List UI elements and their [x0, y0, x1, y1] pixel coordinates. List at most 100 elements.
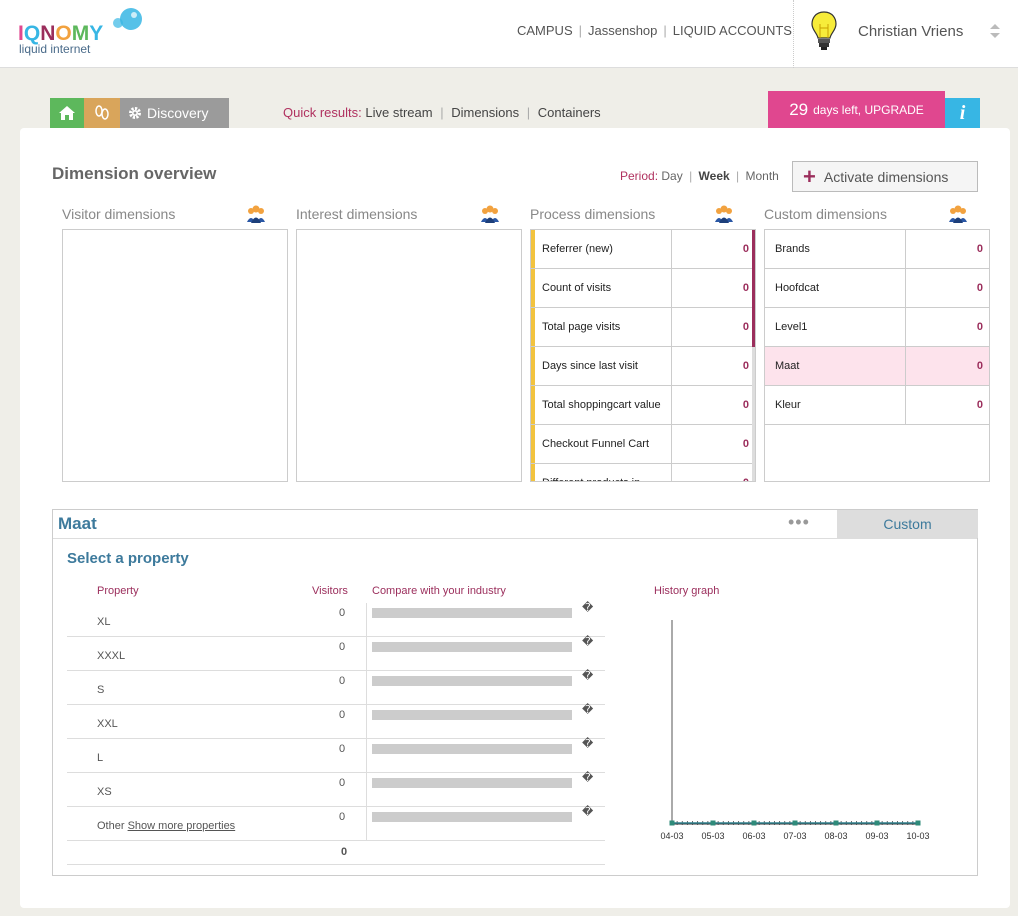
list-item[interactable]: Different products in0	[531, 464, 755, 481]
dimension-value: 0	[742, 438, 749, 450]
unknown-glyph: �	[582, 670, 594, 682]
user-menu-chevron-icon[interactable]	[989, 23, 1001, 39]
dimension-name: Days since last visit	[531, 347, 672, 385]
lightbulb-icon[interactable]	[810, 10, 838, 54]
property-visitors: 0	[339, 607, 346, 619]
nav-liquid-accounts[interactable]: LIQUID ACCOUNTS	[673, 23, 792, 38]
period-label: Period:	[620, 169, 659, 183]
group-icon[interactable]	[948, 204, 968, 224]
period-week[interactable]: Week	[699, 169, 730, 183]
list-item[interactable]: Brands 0	[765, 230, 989, 269]
scrollbar-thumb[interactable]	[752, 230, 755, 347]
list-item[interactable]: Checkout Funnel Cart 0	[531, 425, 755, 464]
property-name: XXXL	[97, 650, 126, 662]
dimension-name: Checkout Funnel Cart	[531, 425, 672, 463]
interest-dimensions-list[interactable]	[296, 229, 522, 482]
industry-compare-bar	[372, 608, 572, 618]
more-options-icon[interactable]: •••	[788, 512, 810, 533]
period-separator: |	[736, 169, 740, 183]
table-row[interactable]: XS 0 �	[67, 772, 605, 807]
nav-separator: |	[663, 23, 667, 38]
activate-dimensions-button[interactable]: + Activate dimensions	[792, 161, 978, 192]
quick-separator: |	[526, 105, 531, 120]
list-item[interactable]: Level1 0	[765, 308, 989, 347]
tab-home[interactable]	[50, 98, 84, 128]
table-row[interactable]: XXL 0 �	[67, 704, 605, 739]
divider	[793, 0, 794, 68]
data-point	[833, 820, 839, 826]
dimension-name: Kleur	[765, 386, 906, 424]
list-item[interactable]: Days since last visit 0	[531, 347, 755, 386]
quick-link-dimensions[interactable]: Dimensions	[451, 105, 519, 120]
x-axis-labels: 04-03 05-03 06-03 07-03 08-03 09-03 10-03	[660, 831, 929, 841]
period-separator: |	[689, 169, 693, 183]
x-tick-label: 06-03	[742, 831, 765, 841]
property-name: XS	[97, 786, 112, 798]
group-icon[interactable]	[714, 204, 734, 224]
tab-discovery[interactable]: Discovery	[120, 98, 229, 128]
tab-custom[interactable]: Custom	[837, 510, 978, 538]
period-month[interactable]: Month	[745, 169, 778, 183]
dimension-value: 0	[742, 360, 749, 372]
quick-link-live-stream[interactable]: Live stream	[365, 105, 432, 120]
detail-title: Maat	[58, 514, 97, 533]
footsteps-icon	[95, 105, 109, 120]
table-row-other[interactable]: Other Show more properties 0 �	[67, 806, 605, 841]
info-icon[interactable]: i	[945, 98, 980, 128]
process-dimensions-list[interactable]: Referrer (new) 0 Count of visits 0 Total p…	[530, 229, 756, 482]
top-nav: CAMPUS | Jassenshop | LIQUID ACCOUNTS	[517, 23, 792, 38]
iqnomy-logo[interactable]: IQNOMY liquid internet	[18, 6, 143, 58]
dimension-name: Maat	[765, 347, 906, 385]
upgrade-button[interactable]: 29 days left, UPGRADE	[768, 91, 945, 128]
top-bar: IQNOMY liquid internet CAMPUS | Jassensh…	[0, 0, 1018, 68]
gear-icon	[129, 107, 141, 119]
tab-discovery-label: Discovery	[147, 105, 209, 121]
list-item[interactable]: Total shoppingcart value 0	[531, 386, 755, 425]
other-label: Other	[97, 820, 125, 832]
industry-compare-bar	[372, 710, 572, 720]
industry-compare-bar	[372, 812, 572, 822]
nav-campus[interactable]: CAMPUS	[517, 23, 573, 38]
data-point	[669, 820, 675, 826]
table-row[interactable]: XL 0 �	[67, 602, 605, 637]
industry-compare-bar	[372, 642, 572, 652]
interest-dimensions-title: Interest dimensions	[296, 206, 418, 222]
data-point	[710, 820, 716, 826]
user-name[interactable]: Christian Vriens	[858, 23, 963, 40]
dimension-name: Referrer (new)	[531, 230, 672, 268]
quick-link-containers[interactable]: Containers	[538, 105, 601, 120]
tab-visitors[interactable]	[84, 98, 120, 128]
home-icon	[59, 106, 75, 120]
list-item[interactable]: Total page visits 0	[531, 308, 755, 347]
dimension-value: 0	[976, 243, 983, 255]
table-row[interactable]: S 0 �	[67, 670, 605, 705]
group-icon[interactable]	[480, 204, 500, 224]
other-property: Other Show more properties	[97, 820, 235, 832]
list-item[interactable]: Hoofdcat 0	[765, 269, 989, 308]
period-day[interactable]: Day	[661, 169, 682, 183]
dimension-name: Total shoppingcart value	[531, 386, 672, 424]
x-tick-label: 04-03	[660, 831, 683, 841]
column-header-visitors: Visitors	[312, 585, 348, 597]
group-icon[interactable]	[246, 204, 266, 224]
list-item[interactable]: Referrer (new) 0	[531, 230, 755, 269]
show-more-properties-link[interactable]: Show more properties	[128, 820, 236, 832]
property-name: XXL	[97, 718, 118, 730]
custom-dimensions-list[interactable]: Brands 0 Hoofdcat 0 Level1 0 Maat 0 Kleur 0	[764, 229, 990, 482]
list-item[interactable]: Count of visits 0	[531, 269, 755, 308]
dimension-value: 0	[976, 282, 983, 294]
history-graph: 04-03 05-03 06-03 07-03 08-03 09-03 10-03	[660, 620, 930, 841]
table-row[interactable]: L 0 �	[67, 738, 605, 773]
list-item-selected[interactable]: Maat 0	[765, 347, 989, 386]
table-row[interactable]: XXXL 0 �	[67, 636, 605, 671]
property-visitors: 0	[339, 641, 346, 653]
column-divider	[366, 637, 367, 671]
visitor-dimensions-title: Visitor dimensions	[62, 206, 176, 222]
list-item[interactable]: Kleur 0	[765, 386, 989, 425]
column-divider	[366, 671, 367, 705]
days-left-count: 29	[789, 99, 809, 119]
property-name: L	[97, 752, 104, 764]
property-name: S	[97, 684, 105, 696]
nav-jassenshop[interactable]: Jassenshop	[588, 23, 657, 38]
visitor-dimensions-list[interactable]	[62, 229, 288, 482]
